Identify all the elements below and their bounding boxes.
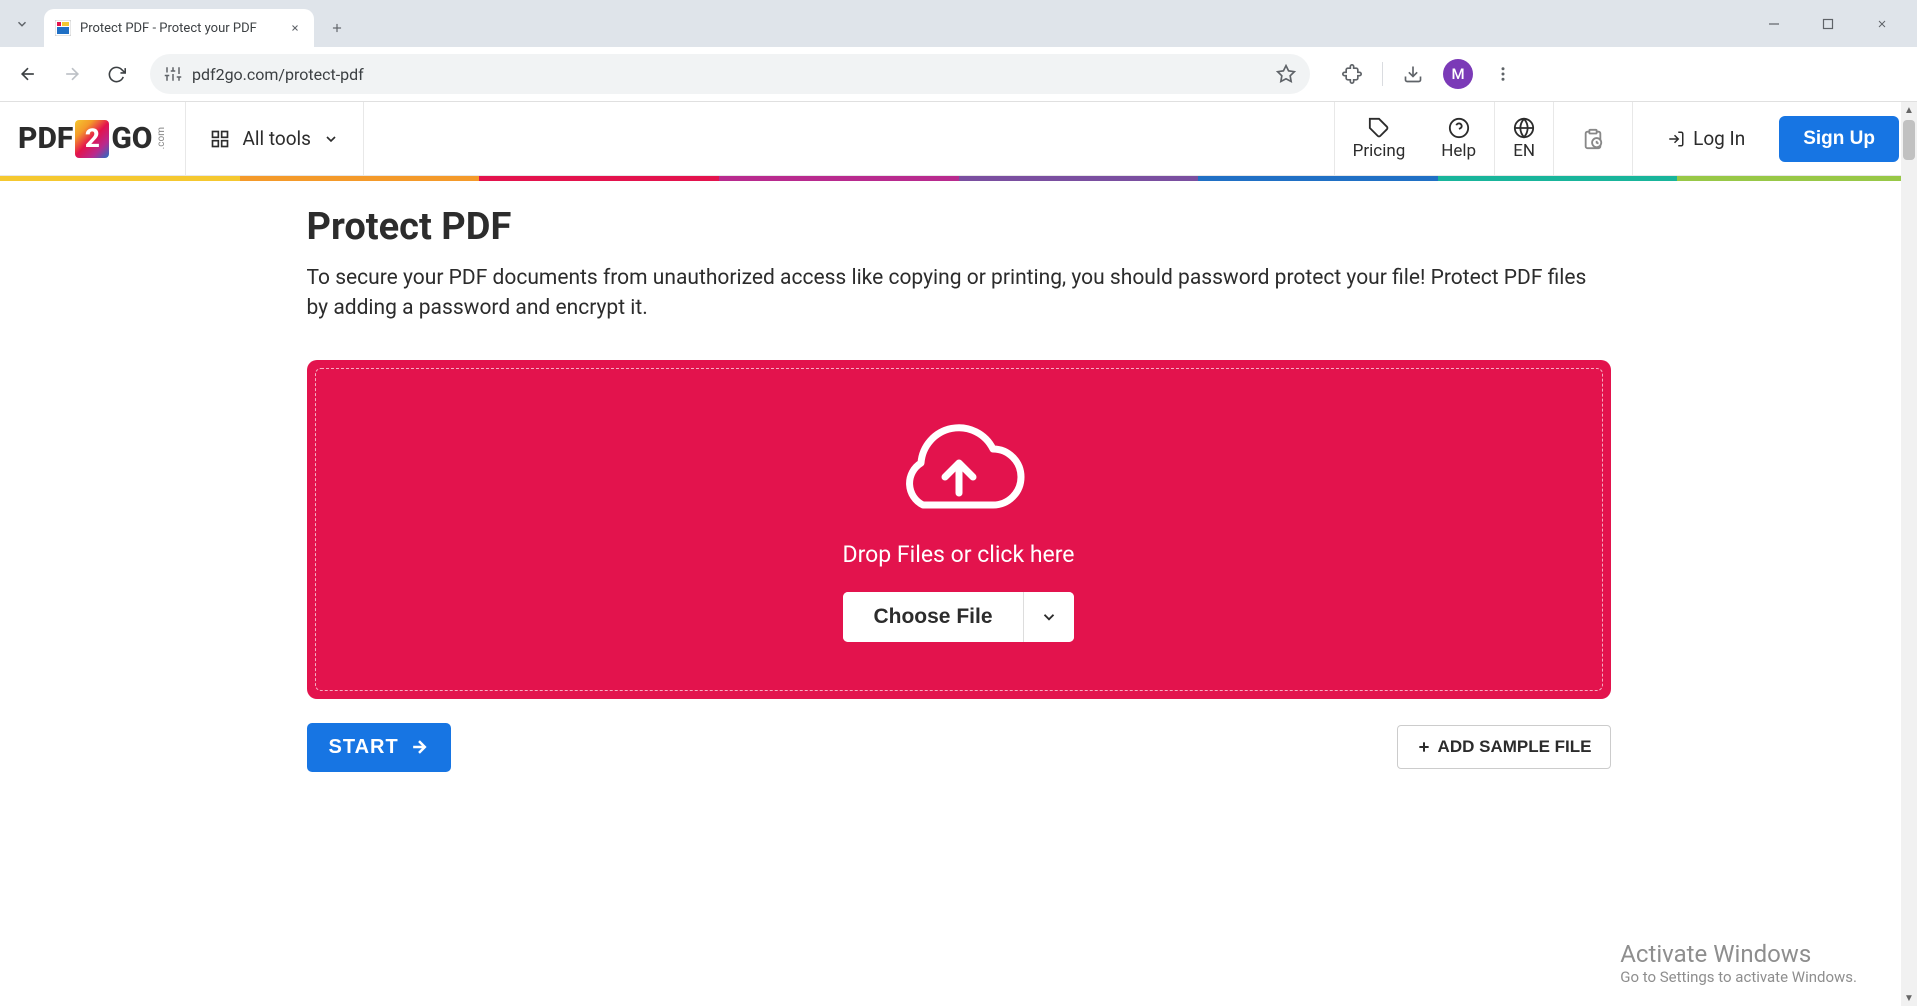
login-label: Log In [1693,127,1745,150]
language-selector[interactable]: EN [1494,102,1553,175]
arrow-right-icon [62,64,82,84]
profile-avatar[interactable]: M [1443,59,1473,89]
windows-activation-watermark: Activate Windows Go to Settings to activ… [1620,940,1857,986]
choose-file-dropdown[interactable] [1023,592,1074,642]
page-title: Protect PDF [307,205,1611,249]
language-label: EN [1513,141,1535,161]
separator [1382,62,1383,86]
reload-icon [107,65,126,84]
history-link[interactable] [1553,102,1632,175]
pricing-label: Pricing [1353,141,1406,161]
chevron-down-icon [1040,608,1058,626]
logo-badge: 2 [75,120,109,158]
extensions-button[interactable] [1336,58,1368,90]
scrollbar[interactable]: ▲ ▼ [1901,102,1917,1006]
browser-menu-button[interactable] [1487,58,1519,90]
favicon-icon [54,19,72,37]
logo-text: GO [111,121,152,156]
browser-tab-strip: Protect PDF - Protect your PDF [0,0,1917,47]
choose-file-button[interactable]: Choose File [843,592,1022,642]
rainbow-divider [0,176,1917,181]
drop-text: Drop Files or click here [843,541,1075,568]
help-link[interactable]: Help [1423,102,1494,175]
scroll-thumb[interactable] [1903,120,1915,160]
logo-suffix: .com [156,127,167,149]
file-drop-zone[interactable]: Drop Files or click here Choose File [307,360,1611,699]
plus-icon [330,21,344,35]
puzzle-icon [1342,64,1362,84]
url-text: pdf2go.com/protect-pdf [192,65,1266,84]
star-icon [1276,64,1296,84]
globe-icon [1513,117,1535,139]
tag-icon [1368,117,1390,139]
address-bar[interactable]: pdf2go.com/protect-pdf [150,54,1310,94]
download-icon [1403,64,1423,84]
tab-title: Protect PDF - Protect your PDF [80,21,278,36]
logo-text: PDF [18,121,73,156]
pricing-link[interactable]: Pricing [1334,102,1424,175]
grid-icon [210,129,230,149]
page-description: To secure your PDF documents from unauth… [307,263,1611,324]
cloud-upload-icon [889,423,1029,523]
maximize-icon [1822,18,1834,30]
arrow-left-icon [18,64,38,84]
more-vertical-icon [1494,65,1512,83]
add-sample-label: ADD SAMPLE FILE [1438,737,1592,757]
scroll-down-arrow[interactable]: ▼ [1901,990,1917,1006]
minimize-icon [1768,18,1780,30]
window-minimize-button[interactable] [1759,9,1789,39]
window-maximize-button[interactable] [1813,9,1843,39]
tab-close-button[interactable] [286,19,304,37]
new-tab-button[interactable] [322,13,352,43]
plus-icon [1416,739,1432,755]
signup-button[interactable]: Sign Up [1779,116,1899,162]
chevron-down-icon [15,17,29,31]
scroll-up-arrow[interactable]: ▲ [1901,102,1917,118]
tune-icon [164,65,182,83]
tabs-dropdown-button[interactable] [0,5,44,43]
start-button[interactable]: START [307,723,451,772]
logo[interactable]: PDF 2 GO .com [0,102,186,175]
chevron-down-icon [323,131,339,147]
login-button[interactable]: Log In [1651,127,1761,150]
site-settings-icon[interactable] [164,65,182,83]
close-icon [290,23,300,33]
all-tools-label: All tools [242,127,310,150]
browser-toolbar: pdf2go.com/protect-pdf M [0,47,1917,102]
start-label: START [329,736,399,759]
close-icon [1876,18,1888,30]
site-header: PDF 2 GO .com All tools Pricing Help [0,102,1917,176]
add-sample-file-button[interactable]: ADD SAMPLE FILE [1397,725,1611,769]
forward-button[interactable] [54,56,90,92]
arrow-right-icon [409,737,429,757]
help-icon [1448,117,1470,139]
login-icon [1667,130,1685,148]
window-close-button[interactable] [1867,9,1897,39]
help-label: Help [1441,141,1476,161]
browser-tab[interactable]: Protect PDF - Protect your PDF [44,9,314,47]
downloads-button[interactable] [1397,58,1429,90]
reload-button[interactable] [98,56,134,92]
bookmark-button[interactable] [1276,64,1296,84]
back-button[interactable] [10,56,46,92]
clipboard-clock-icon [1578,128,1608,150]
all-tools-menu[interactable]: All tools [186,102,363,175]
